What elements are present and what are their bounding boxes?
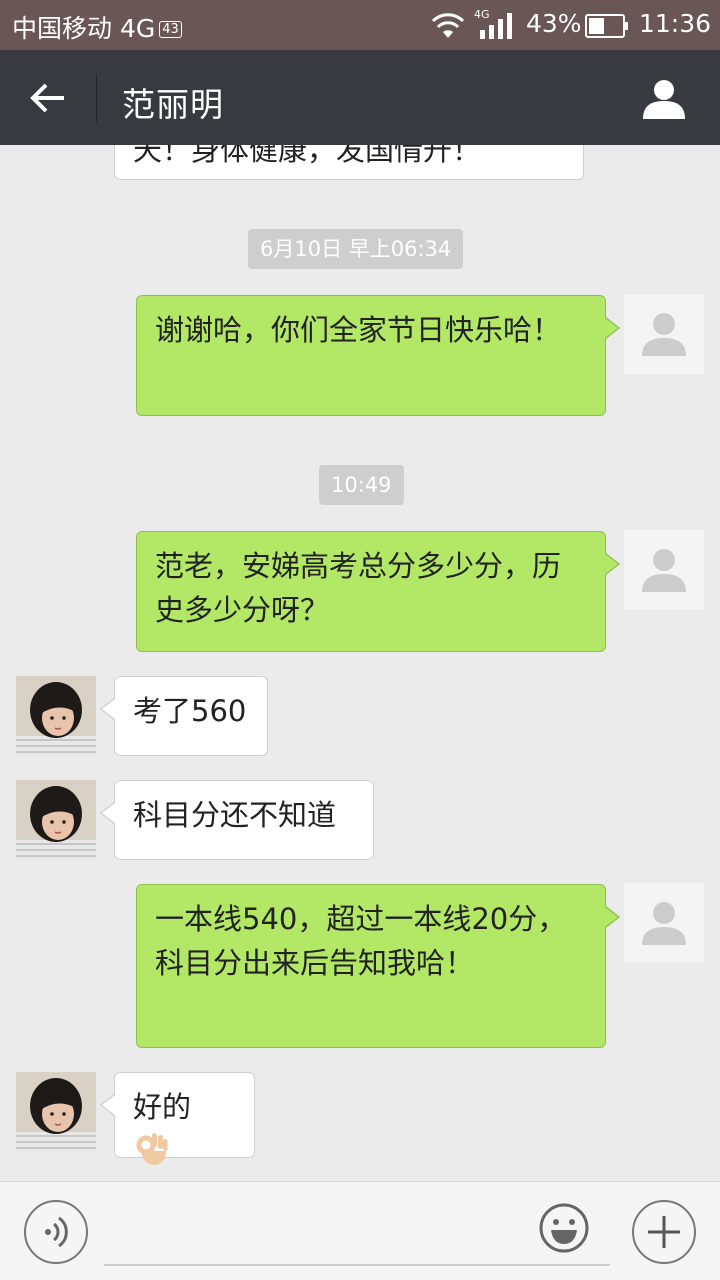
message-text: 好的 — [133, 1090, 192, 1124]
message-bubble-incoming[interactable]: 天！身体健康，发国情升！ — [114, 145, 584, 180]
header-divider — [96, 74, 97, 122]
carrier-badge: 43 — [159, 21, 182, 38]
message-text: 考了560 — [133, 694, 247, 728]
avatar[interactable] — [624, 530, 704, 610]
status-bar: 中国移动 4G 43 4G 43% 11:36 — [0, 0, 720, 50]
voice-button[interactable] — [24, 1200, 88, 1264]
battery-icon — [585, 14, 628, 38]
avatar[interactable] — [16, 1072, 96, 1152]
message-text: 范老，安娣高考总分多少分，历史多少分呀？ — [155, 549, 562, 627]
timestamp: 10:49 — [319, 465, 404, 505]
message-text: 谢谢哈，你们全家节日快乐哈！ — [155, 313, 562, 347]
message-text: 科目分还不知道 — [133, 798, 337, 832]
message-bubble-incoming[interactable]: 科目分还不知道 — [100, 780, 374, 860]
avatar[interactable] — [16, 676, 96, 756]
message-input[interactable] — [104, 1264, 610, 1266]
person-icon[interactable] — [640, 78, 688, 120]
plus-icon — [648, 1216, 680, 1248]
avatar[interactable] — [16, 780, 96, 860]
avatar[interactable] — [624, 883, 704, 963]
back-arrow-icon[interactable] — [28, 78, 68, 118]
message-bubble-outgoing[interactable]: 一本线540，超过一本线20分，科目分出来后告知我哈！ — [136, 884, 620, 1048]
network-type-label: 4G — [474, 8, 490, 21]
default-avatar-icon — [642, 549, 686, 592]
message-bubble-outgoing[interactable]: 范老，安娣高考总分多少分，历史多少分呀？ — [136, 531, 620, 652]
avatar[interactable] — [624, 294, 704, 374]
carrier-label: 中国移动 4G 43 — [12, 9, 182, 45]
more-button[interactable] — [632, 1200, 696, 1264]
message-bubble-incoming[interactable]: 好的 — [100, 1072, 255, 1165]
wifi-icon — [431, 13, 465, 38]
contact-name: 范丽明 — [122, 85, 224, 124]
timestamp: 6月10日 早上06:34 — [248, 229, 464, 269]
message-text: 天！身体健康，发国情升！ — [133, 145, 482, 167]
chat-header: 范丽明 — [0, 50, 720, 145]
message-list[interactable]: 天！身体健康，发国情升！ 6月10日 早上06:34 谢谢哈，你们全家节日快乐哈… — [0, 145, 720, 1181]
input-bar — [0, 1181, 720, 1280]
default-avatar-icon — [642, 313, 686, 356]
message-bubble-incoming[interactable]: 考了560 — [100, 676, 268, 756]
ok-hand-emoji — [136, 1133, 168, 1165]
contact-photo — [16, 1072, 96, 1152]
default-avatar-icon — [642, 902, 686, 945]
message-text: 一本线540，超过一本线20分，科目分出来后告知我哈！ — [155, 902, 567, 980]
voice-icon — [45, 1216, 68, 1248]
emoji-icon[interactable] — [538, 1202, 590, 1254]
signal-icon: 4G — [474, 8, 512, 39]
battery-percent: 43% — [526, 9, 582, 38]
message-bubble-outgoing[interactable]: 谢谢哈，你们全家节日快乐哈！ — [136, 295, 620, 416]
carrier-text: 中国移动 4G — [12, 14, 156, 43]
contact-photo — [16, 676, 96, 756]
contact-photo — [16, 780, 96, 860]
clock: 11:36 — [639, 9, 712, 38]
